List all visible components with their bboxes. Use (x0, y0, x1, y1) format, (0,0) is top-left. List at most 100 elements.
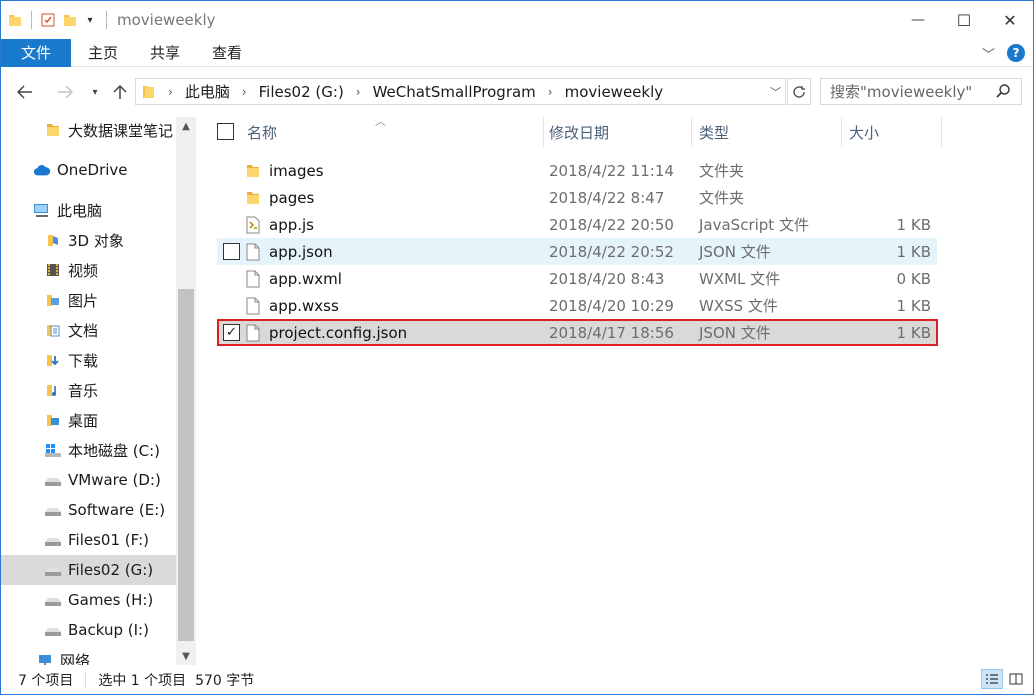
divider[interactable] (941, 117, 942, 147)
properties-icon[interactable] (40, 12, 56, 28)
address-row: ▾ › 此电脑 › Files02 (G:) › WeChatSmallProg… (1, 67, 1033, 117)
file-date: 2018/4/22 20:50 (549, 215, 674, 234)
large-icons-view-icon[interactable] (1005, 669, 1027, 689)
file-row[interactable]: app.wxml 2018/4/20 8:43 WXML 文件 0 KB (217, 265, 937, 292)
file-explorer-window: ▾ movieweekly — ☐ ✕ 文件 主页 共享 查看 ﹀ ? ▾ › … (0, 0, 1034, 695)
file-size: 1 KB (896, 242, 931, 261)
customize-toolbar-icon[interactable]: ▾ (82, 12, 98, 28)
breadcrumb-wechat[interactable]: WeChatSmallProgram (373, 79, 536, 104)
nav-item-label: Games (H:) (68, 591, 154, 609)
tab-view[interactable]: 查看 (196, 39, 258, 67)
chevron-right-icon[interactable]: › (548, 85, 553, 99)
file-row[interactable]: ✓ project.config.json 2018/4/17 18:56 JSON … (217, 319, 937, 346)
search-input[interactable]: 搜索"movieweekly" (820, 78, 1022, 105)
scroll-down-icon[interactable]: ▼ (176, 647, 196, 665)
file-name: images (269, 161, 324, 180)
ribbon-tabs: 文件 主页 共享 查看 ﹀ ? (1, 38, 1033, 67)
nav-item-16[interactable]: Backup (I:) (1, 615, 176, 645)
breadcrumb-this-pc[interactable]: 此电脑 (185, 79, 230, 104)
nav-item-5[interactable]: 图片 (1, 285, 176, 315)
help-icon[interactable]: ? (1007, 44, 1025, 62)
item-count: 7 个项目 (18, 672, 74, 689)
tab-file[interactable]: 文件 (1, 38, 71, 67)
nav-item-17[interactable]: 网络 (1, 645, 176, 665)
column-name[interactable]: 名称 (247, 117, 277, 147)
nav-item-6[interactable]: 文档 (1, 315, 176, 345)
nav-scrollbar[interactable]: ▲ ▼ (176, 117, 196, 665)
recent-locations-button[interactable]: ▾ (83, 80, 107, 104)
up-button[interactable] (108, 80, 132, 104)
file-row[interactable]: app.js 2018/4/22 20:50 JavaScript 文件 1 KB (217, 211, 937, 238)
column-type[interactable]: 类型 (699, 117, 729, 147)
file-name: pages (269, 188, 315, 207)
nav-item-14[interactable]: Files02 (G:) (1, 555, 176, 585)
status-bar: 7 个项目 选中 1 个项目 570 字节 (1, 665, 1033, 694)
expand-ribbon-icon[interactable]: ﹀ (982, 44, 995, 63)
divider[interactable] (691, 117, 692, 147)
nav-item-0[interactable]: 大数据课堂笔记 (1, 117, 176, 145)
breadcrumb-current[interactable]: movieweekly (565, 79, 664, 104)
file-row[interactable]: app.wxss 2018/4/20 10:29 WXSS 文件 1 KB (217, 292, 937, 319)
select-all-checkbox[interactable] (217, 123, 234, 140)
nav-item-label: 音乐 (68, 381, 99, 400)
navigation-pane: 大数据课堂笔记 OneDrive 此电脑 3D 对象视频图片 文档 下载音乐桌面本地磁盘 … (1, 117, 196, 665)
selection-info: 选中 1 个项目 570 字节 (98, 672, 255, 689)
nav-item-10[interactable]: 本地磁盘 (C:) (1, 435, 176, 465)
file-type: 文件夹 (699, 162, 745, 180)
nav-item-label: Files02 (G:) (68, 561, 154, 579)
nav-item-8[interactable]: 音乐 (1, 375, 176, 405)
nav-item-4[interactable]: 视频 (1, 255, 176, 285)
nav-item-3[interactable]: 3D 对象 (1, 225, 176, 255)
nav-item-15[interactable]: Games (H:) (1, 585, 176, 615)
address-bar[interactable]: › 此电脑 › Files02 (G:) › WeChatSmallProgra… (135, 78, 786, 105)
column-size-label: 大小 (849, 123, 880, 142)
chevron-right-icon[interactable]: › (168, 85, 173, 99)
scroll-up-icon[interactable]: ▲ (176, 117, 196, 135)
nav-item-label: 3D 对象 (68, 231, 124, 250)
details-view-icon[interactable] (981, 669, 1003, 689)
window-title: movieweekly (117, 11, 216, 29)
scroll-thumb[interactable] (178, 289, 194, 641)
forward-button[interactable] (53, 80, 77, 104)
maximize-button[interactable]: ☐ (941, 1, 987, 39)
divider (85, 671, 87, 688)
file-row[interactable]: app.json 2018/4/22 20:52 JSON 文件 1 KB (217, 238, 937, 265)
tab-home[interactable]: 主页 (71, 39, 134, 67)
divider[interactable] (543, 117, 544, 147)
refresh-button[interactable] (787, 78, 811, 105)
nav-item-7[interactable]: 下载 (1, 345, 176, 375)
file-type: WXML 文件 (699, 270, 781, 288)
divider[interactable] (841, 117, 842, 147)
column-date[interactable]: 修改日期 (549, 117, 609, 147)
nav-item-1[interactable]: OneDrive (1, 155, 176, 185)
file-row[interactable]: images 2018/4/22 11:14 文件夹 (217, 157, 937, 184)
column-date-label: 修改日期 (549, 123, 610, 142)
nav-item-11[interactable]: VMware (D:) (1, 465, 176, 495)
file-icon (245, 292, 261, 319)
minimize-button[interactable]: — (895, 1, 941, 39)
nav-item-label: 本地磁盘 (C:) (68, 441, 160, 460)
nav-item-9[interactable]: 桌面 (1, 405, 176, 435)
file-row[interactable]: pages 2018/4/22 8:47 文件夹 (217, 184, 937, 211)
nav-item-13[interactable]: Files01 (F:) (1, 525, 176, 555)
nav-item-12[interactable]: Software (E:) (1, 495, 176, 525)
close-button[interactable]: ✕ (987, 1, 1033, 39)
tab-share[interactable]: 共享 (134, 39, 196, 67)
back-button[interactable] (13, 80, 37, 104)
row-checkbox[interactable] (223, 243, 240, 260)
nav-item-2[interactable]: 此电脑 (1, 195, 176, 225)
new-folder-icon[interactable] (62, 12, 78, 28)
nav-item-label: Software (E:) (68, 501, 166, 519)
nav-item-label: 视频 (68, 261, 99, 280)
column-size[interactable]: 大小 (849, 117, 879, 147)
chevron-right-icon[interactable]: › (356, 85, 361, 99)
nav-item-label: Files01 (F:) (68, 531, 149, 549)
row-checkbox[interactable]: ✓ (223, 324, 240, 341)
breadcrumb-drive[interactable]: Files02 (G:) (259, 79, 344, 104)
chevron-down-icon[interactable]: ﹀ (770, 84, 781, 100)
search-icon[interactable] (995, 83, 1011, 103)
js-file-icon (245, 211, 261, 238)
chevron-right-icon[interactable]: › (242, 85, 247, 99)
nav-item-label: OneDrive (57, 161, 128, 179)
music-icon (44, 382, 62, 398)
